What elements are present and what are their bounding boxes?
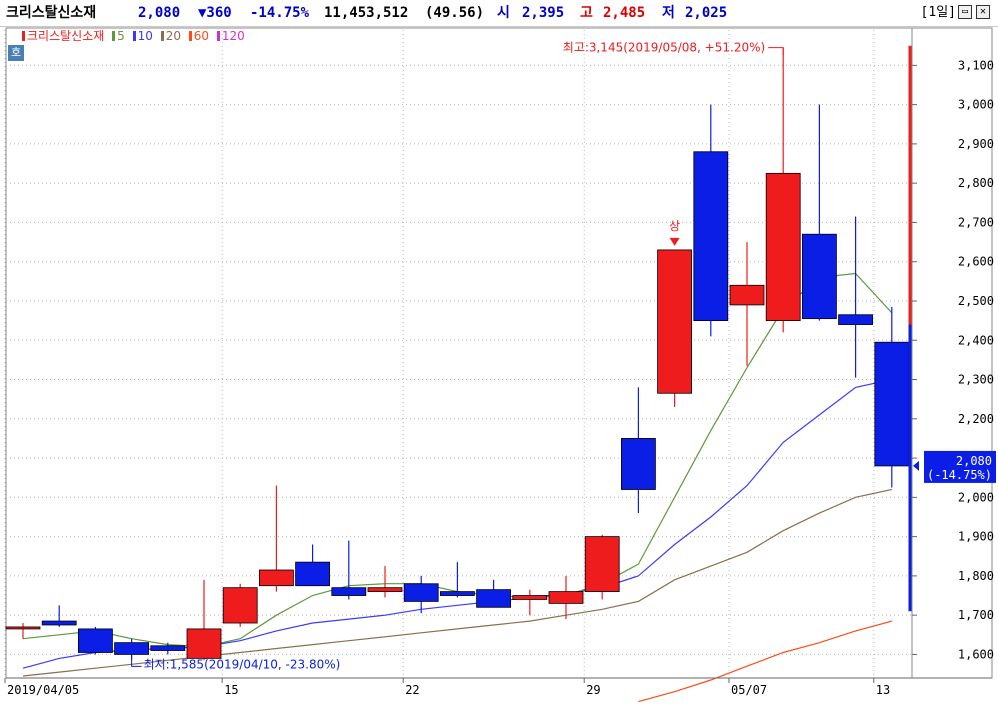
close-icon[interactable]: ✕	[976, 5, 990, 19]
limit-up-arrow	[669, 237, 680, 246]
low-label: 저	[662, 5, 675, 21]
x-tick-label: 15	[224, 683, 238, 697]
candle-body	[693, 151, 729, 322]
x-tick-label: 22	[405, 683, 419, 697]
candle-body	[874, 341, 910, 467]
candlestick-series	[5, 47, 910, 661]
plot-frame	[5, 27, 993, 679]
legend-item-name: 크리스탈신소재	[22, 29, 108, 43]
candle-body	[367, 587, 403, 593]
candle-body	[802, 233, 837, 320]
x-tick-label: 05/07	[731, 683, 767, 697]
candle-body	[41, 620, 77, 626]
low-price: 2,025	[685, 5, 728, 21]
quote-header: 크리스탈신소재 2,080 ▼360 -14.75% 11,453,512 (4…	[0, 0, 998, 27]
current-change-label: (-14.75%)	[927, 468, 992, 482]
moving-average-lines	[22, 272, 893, 703]
candle-body	[78, 628, 113, 653]
legend-item-ma10: 10	[132, 29, 157, 43]
y-tick-label: 2,000	[958, 490, 994, 504]
legend-item-ma120: 120	[216, 29, 245, 43]
legend-item-ma5: 5	[112, 29, 128, 43]
high-price: 2,485	[603, 5, 646, 21]
y-tick-label: 3,100	[958, 58, 994, 72]
candle-body	[5, 626, 41, 630]
candle-body	[657, 249, 692, 394]
ma10-line	[22, 378, 892, 669]
volume: 11,453,512	[324, 5, 409, 21]
candle-body	[512, 595, 548, 600]
candle-body	[439, 591, 475, 596]
x-tick-label: 29	[586, 683, 600, 697]
candle-body	[548, 591, 584, 604]
y-tick-label: 1,800	[958, 569, 994, 583]
x-tick-label: 2019/04/05	[7, 683, 79, 697]
x-axis: 2019/04/05 15 22 29 05/07 13	[4, 677, 992, 697]
current-price-label: 2,080	[956, 454, 992, 468]
candle-body	[765, 172, 801, 322]
candle-body	[258, 569, 294, 587]
candle-body	[476, 589, 512, 608]
high-label: 고	[580, 5, 593, 21]
open-price: 2,395	[522, 5, 565, 21]
candle-body	[222, 587, 258, 624]
stock-name: 크리스탈신소재	[6, 5, 97, 21]
period-selector[interactable]: [1일]	[921, 0, 956, 26]
candle-body	[186, 628, 222, 659]
candle-body	[838, 314, 873, 325]
y-tick-label: 3,000	[958, 98, 994, 112]
chart-grid	[4, 27, 993, 679]
y-tick-label: 1,900	[958, 530, 994, 544]
open-label: 시	[497, 5, 510, 21]
current-price-pointer	[913, 460, 919, 471]
price-change: ▼360	[198, 5, 232, 21]
restore-button[interactable]: ▭	[958, 5, 972, 19]
candle-body	[584, 536, 620, 592]
y-tick-label: 2,600	[958, 255, 994, 269]
legend-item-ma60: 60	[188, 29, 213, 43]
low-annotation: 최저:1,585(2019/04/10, -23.80%)	[144, 657, 341, 671]
candle-body	[114, 642, 149, 655]
volume-ratio: (49.56)	[425, 5, 485, 21]
change-percent: -14.75%	[250, 5, 310, 21]
candle-body	[331, 587, 367, 596]
candle-body	[295, 561, 331, 587]
candle-body	[403, 583, 439, 602]
candle-body	[150, 645, 186, 651]
quote-side-box[interactable]: 호	[8, 45, 24, 61]
y-tick-label: 2,500	[958, 294, 994, 308]
limit-up-label: 상	[669, 219, 680, 233]
candle-body	[621, 438, 656, 490]
legend-item-ma20: 20	[160, 29, 185, 43]
x-tick-label: 13	[876, 683, 890, 697]
y-tick-label: 2,800	[958, 176, 994, 190]
chart-canvas[interactable]: 1,6001,7001,8001,9002,0002,1002,2002,300…	[0, 0, 998, 706]
y-axis: 1,6001,7001,8001,9002,0002,1002,2002,300…	[912, 58, 994, 661]
chart-legend: 크리스탈신소재 5 10 20 60 120	[22, 28, 249, 44]
candle-body	[729, 284, 765, 306]
high-annotation-arrow	[768, 47, 784, 56]
current-price: 2,080	[138, 5, 181, 21]
y-tick-label: 2,300	[958, 373, 994, 387]
y-tick-label: 2,900	[958, 137, 994, 151]
high-annotation: 최고:3,145(2019/05/08, +51.20%)	[563, 41, 765, 55]
y-tick-label: 1,600	[958, 647, 994, 661]
y-tick-label: 2,400	[958, 333, 994, 347]
y-tick-label: 1,700	[958, 608, 994, 622]
y-tick-label: 2,200	[958, 412, 994, 426]
y-tick-label: 2,700	[958, 215, 994, 229]
